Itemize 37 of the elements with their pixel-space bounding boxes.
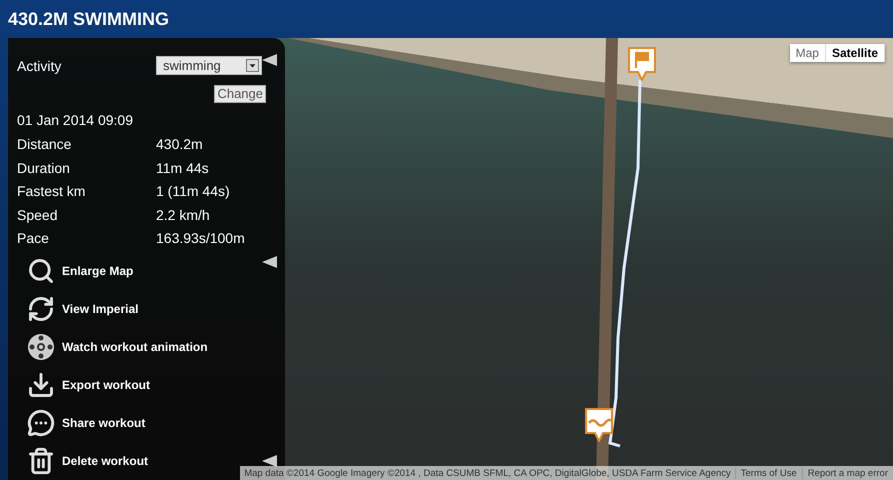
caret-icon	[246, 59, 259, 72]
workout-action-link[interactable]: Export workout	[17, 366, 150, 404]
workout-action-link[interactable]: Watch workout animation	[17, 328, 208, 366]
stat-value: 1 (11m 44s)	[156, 183, 231, 200]
activity-select[interactable]: swimming	[156, 56, 262, 76]
workout-date: 01 Jan 2014 09:09	[17, 112, 133, 128]
collapse-arrow-icon[interactable]	[262, 256, 277, 268]
stat-value: 11m 44s	[156, 160, 210, 176]
collapse-arrow-icon[interactable]	[262, 54, 277, 66]
stat-value: 430.2m	[156, 136, 204, 152]
workout-action-link[interactable]: Enlarge Map	[17, 252, 134, 290]
download-icon	[27, 371, 55, 400]
stat-label: Distance	[17, 136, 72, 152]
chat-bubble-icon	[27, 409, 55, 438]
stat-value: 2.2 km/h	[156, 206, 211, 223]
map-type-tab[interactable]: Satellite	[826, 44, 885, 62]
stat-label: Speed	[17, 206, 58, 223]
activity-label: Activity	[17, 58, 62, 74]
film-reel-icon	[26, 332, 56, 362]
map-footer-link[interactable]: Terms of Use	[734, 468, 802, 478]
search-icon	[27, 257, 55, 286]
stat-label: Fastest km	[17, 183, 86, 200]
collapse-arrow-icon[interactable]	[262, 455, 277, 467]
stat-value: 163.93s/100m	[156, 230, 246, 246]
workout-action-link[interactable]: Share workout	[17, 404, 146, 442]
attribution-text: Map data ©2014 Google Imagery ©2014 , Data CSUMB SFML, CA OPC, DigitalGlobe, USDA Farm Service Agency	[243, 468, 732, 478]
map-type-tab[interactable]: Map	[790, 44, 826, 62]
map-footer-link[interactable]: Report a map error	[802, 468, 893, 478]
refresh-icon	[27, 295, 55, 324]
satellite-map[interactable]	[8, 38, 893, 480]
workout-action-link[interactable]: Delete workout	[17, 442, 148, 480]
page-title: 430.2M SWIMMING	[8, 8, 170, 30]
stat-label: Duration	[17, 160, 71, 176]
stat-label: Pace	[17, 230, 50, 246]
trash-icon	[27, 447, 55, 476]
workout-action-link[interactable]: View Imperial	[17, 290, 138, 328]
change-button[interactable]: Change	[214, 84, 266, 103]
